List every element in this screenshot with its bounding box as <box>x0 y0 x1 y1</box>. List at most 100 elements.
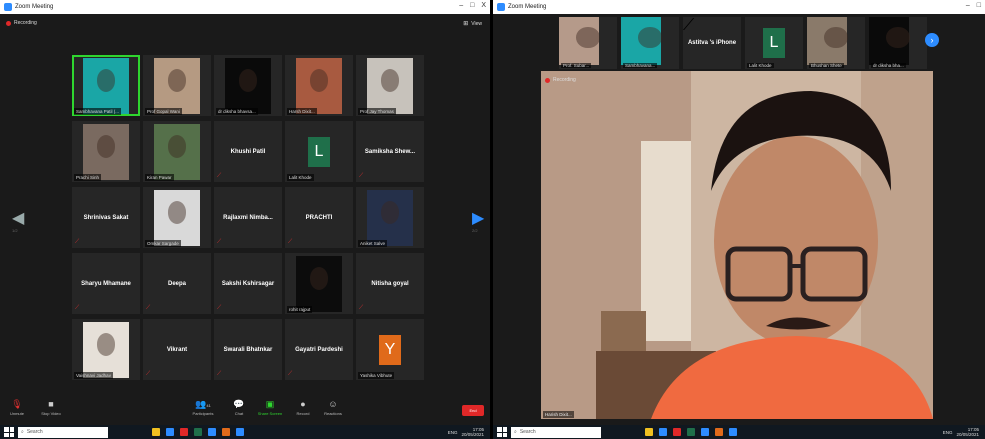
taskbar-app-icon[interactable] <box>236 428 244 436</box>
recording-indicator: Recording <box>545 77 576 83</box>
participant-tile[interactable]: dr diksha bhavsa... <box>214 55 282 116</box>
person-silhouette <box>309 69 329 92</box>
participant-tile[interactable]: Samiksha Shew... ⟋ <box>356 121 424 182</box>
participant-name: Rajlaxmi Nimba... <box>223 214 273 221</box>
participant-tile[interactable]: Sakshi Kshirsagar ⟋ <box>214 253 282 314</box>
taskbar-app-icon[interactable] <box>659 428 667 436</box>
participant-tile[interactable]: Shrinivas Sakat ⟋ <box>72 187 140 248</box>
participant-video <box>154 58 200 114</box>
minimize-button[interactable]: – <box>459 2 463 9</box>
participant-label: Vaishnavi Jadhav <box>74 372 113 379</box>
taskbar-app-icon[interactable] <box>687 428 695 436</box>
mic-muted-icon: ⟋ <box>217 173 222 179</box>
active-speaker-video: Recording Harish Dixit... <box>541 71 933 419</box>
minimize-button[interactable]: – <box>966 2 970 9</box>
participant-tile[interactable]: Vikrant ⟋ <box>143 319 211 380</box>
participant-tile[interactable]: PRACHTI ⟋ <box>285 187 353 248</box>
taskbar-apps <box>645 428 737 436</box>
record-button[interactable]: ● Record <box>290 399 316 416</box>
participant-tile[interactable]: Prof Gopal Wani <box>143 55 211 116</box>
unmute-label: Unmute <box>9 411 24 416</box>
unmute-button[interactable]: 🎙 Unmute <box>4 399 30 416</box>
participant-tile[interactable]: Sambhavana Patil (... <box>72 55 140 116</box>
taskbar-app-icon[interactable] <box>166 428 174 436</box>
right-zoom-window: Zoom Meeting – □ Prof. Subar... Sambhavan… <box>493 0 985 439</box>
participant-label: Sambhavana Patil (... <box>74 108 122 115</box>
taskbar-app-icon[interactable] <box>152 428 160 436</box>
speaker-video-frame <box>541 71 933 419</box>
chevron-left-icon: ◀ <box>12 210 25 227</box>
participants-button[interactable]: 👥41 Participants <box>190 399 216 416</box>
person-silhouette <box>167 201 187 224</box>
reactions-label: Reactions <box>324 411 342 416</box>
taskbar-app-icon[interactable] <box>194 428 202 436</box>
participant-tile[interactable]: Astitva 's iPhone ⟋ <box>683 17 741 69</box>
share-screen-button[interactable]: ▣ Share Screen <box>257 399 283 416</box>
mic-muted-icon: ⟋ <box>683 17 695 34</box>
reactions-button[interactable]: ☺ Reactions <box>320 399 346 416</box>
taskbar-app-icon[interactable] <box>729 428 737 436</box>
end-meeting-button[interactable]: End <box>462 405 484 416</box>
participant-tile[interactable]: Y Yashika Vibhute <box>356 319 424 380</box>
participant-tile[interactable]: Bhushan Shete <box>807 17 865 69</box>
participant-tile[interactable]: rohit rajput <box>285 253 353 314</box>
view-button[interactable]: ⊞ View <box>463 20 482 28</box>
participant-tile[interactable]: Rajlaxmi Nimba... ⟋ <box>214 187 282 248</box>
participant-tile[interactable]: L Lalit Khode <box>285 121 353 182</box>
person-silhouette <box>824 27 848 49</box>
mic-muted-icon: ⟋ <box>75 239 80 245</box>
taskbar-app-icon[interactable] <box>222 428 230 436</box>
participant-video <box>621 17 662 65</box>
participant-video <box>83 124 129 180</box>
participant-tile[interactable]: dr diksha bha... <box>869 17 927 69</box>
participants-icon: 👥41 <box>195 399 211 409</box>
participant-tile[interactable]: Prof Jay Thomas <box>356 55 424 116</box>
participant-video <box>225 58 271 114</box>
participant-tile[interactable]: Deepa ⟋ <box>143 253 211 314</box>
person-silhouette <box>167 69 187 92</box>
taskbar-app-icon[interactable] <box>645 428 653 436</box>
taskbar-app-icon[interactable] <box>180 428 188 436</box>
taskbar-search[interactable]: ⌕ Search <box>18 426 108 438</box>
taskbar-app-icon[interactable] <box>208 428 216 436</box>
chat-button[interactable]: 💬 Chat <box>226 399 252 416</box>
clock-date: 20/05/2021 <box>956 432 979 437</box>
stop-video-button[interactable]: ■ Stop Video <box>38 399 64 416</box>
record-dot-icon <box>545 77 550 83</box>
taskbar-app-icon[interactable] <box>673 428 681 436</box>
participant-tile[interactable]: Sambhavana... <box>621 17 679 69</box>
person-silhouette <box>167 135 187 158</box>
participant-label: Aniket Salve <box>358 240 388 247</box>
participant-tile[interactable]: Prof. Subar... <box>559 17 617 69</box>
tray-lang: ENG <box>447 429 458 435</box>
participant-tile[interactable]: L Lalit Khode <box>745 17 803 69</box>
windows-start-icon[interactable] <box>4 427 14 437</box>
participant-tile[interactable]: Nitisha goyal ⟋ <box>356 253 424 314</box>
taskbar-app-icon[interactable] <box>701 428 709 436</box>
prev-page-button[interactable]: ◀ 1/2 <box>12 208 24 233</box>
participant-tile[interactable]: Vaishnavi Jadhav <box>72 319 140 380</box>
participant-video <box>807 17 848 65</box>
windows-start-icon[interactable] <box>497 427 507 437</box>
taskbar-app-icon[interactable] <box>715 428 723 436</box>
participant-tile[interactable]: Harsh Dixit... <box>285 55 353 116</box>
participant-tile[interactable]: Prachi Sinh <box>72 121 140 182</box>
participant-label: dr diksha bhavsa... <box>216 108 258 115</box>
taskbar-search[interactable]: ⌕ Search <box>511 426 601 438</box>
participant-video <box>296 256 342 312</box>
participant-tile[interactable]: Gayatri Pardeshi ⟋ <box>285 319 353 380</box>
maximize-button[interactable]: □ <box>470 2 474 9</box>
search-icon: ⌕ <box>21 429 24 435</box>
participant-tile[interactable]: Aniket Salve <box>356 187 424 248</box>
strip-next-button[interactable]: › <box>925 33 939 47</box>
participant-tile[interactable]: Sharyu Mhamane ⟋ <box>72 253 140 314</box>
participant-tile[interactable]: Kiran Pawar <box>143 121 211 182</box>
participant-name: Nitisha goyal <box>371 280 409 287</box>
participant-tile[interactable]: Swarali Bhatnkar ⟋ <box>214 319 282 380</box>
participant-tile[interactable]: Omkar Sargade <box>143 187 211 248</box>
recording-label: Recording <box>553 77 576 83</box>
next-page-button[interactable]: ▶ 2/2 <box>472 208 484 233</box>
close-button[interactable]: X <box>481 2 486 9</box>
participant-tile[interactable]: Khushi Patil ⟋ <box>214 121 282 182</box>
maximize-button[interactable]: □ <box>977 2 981 9</box>
